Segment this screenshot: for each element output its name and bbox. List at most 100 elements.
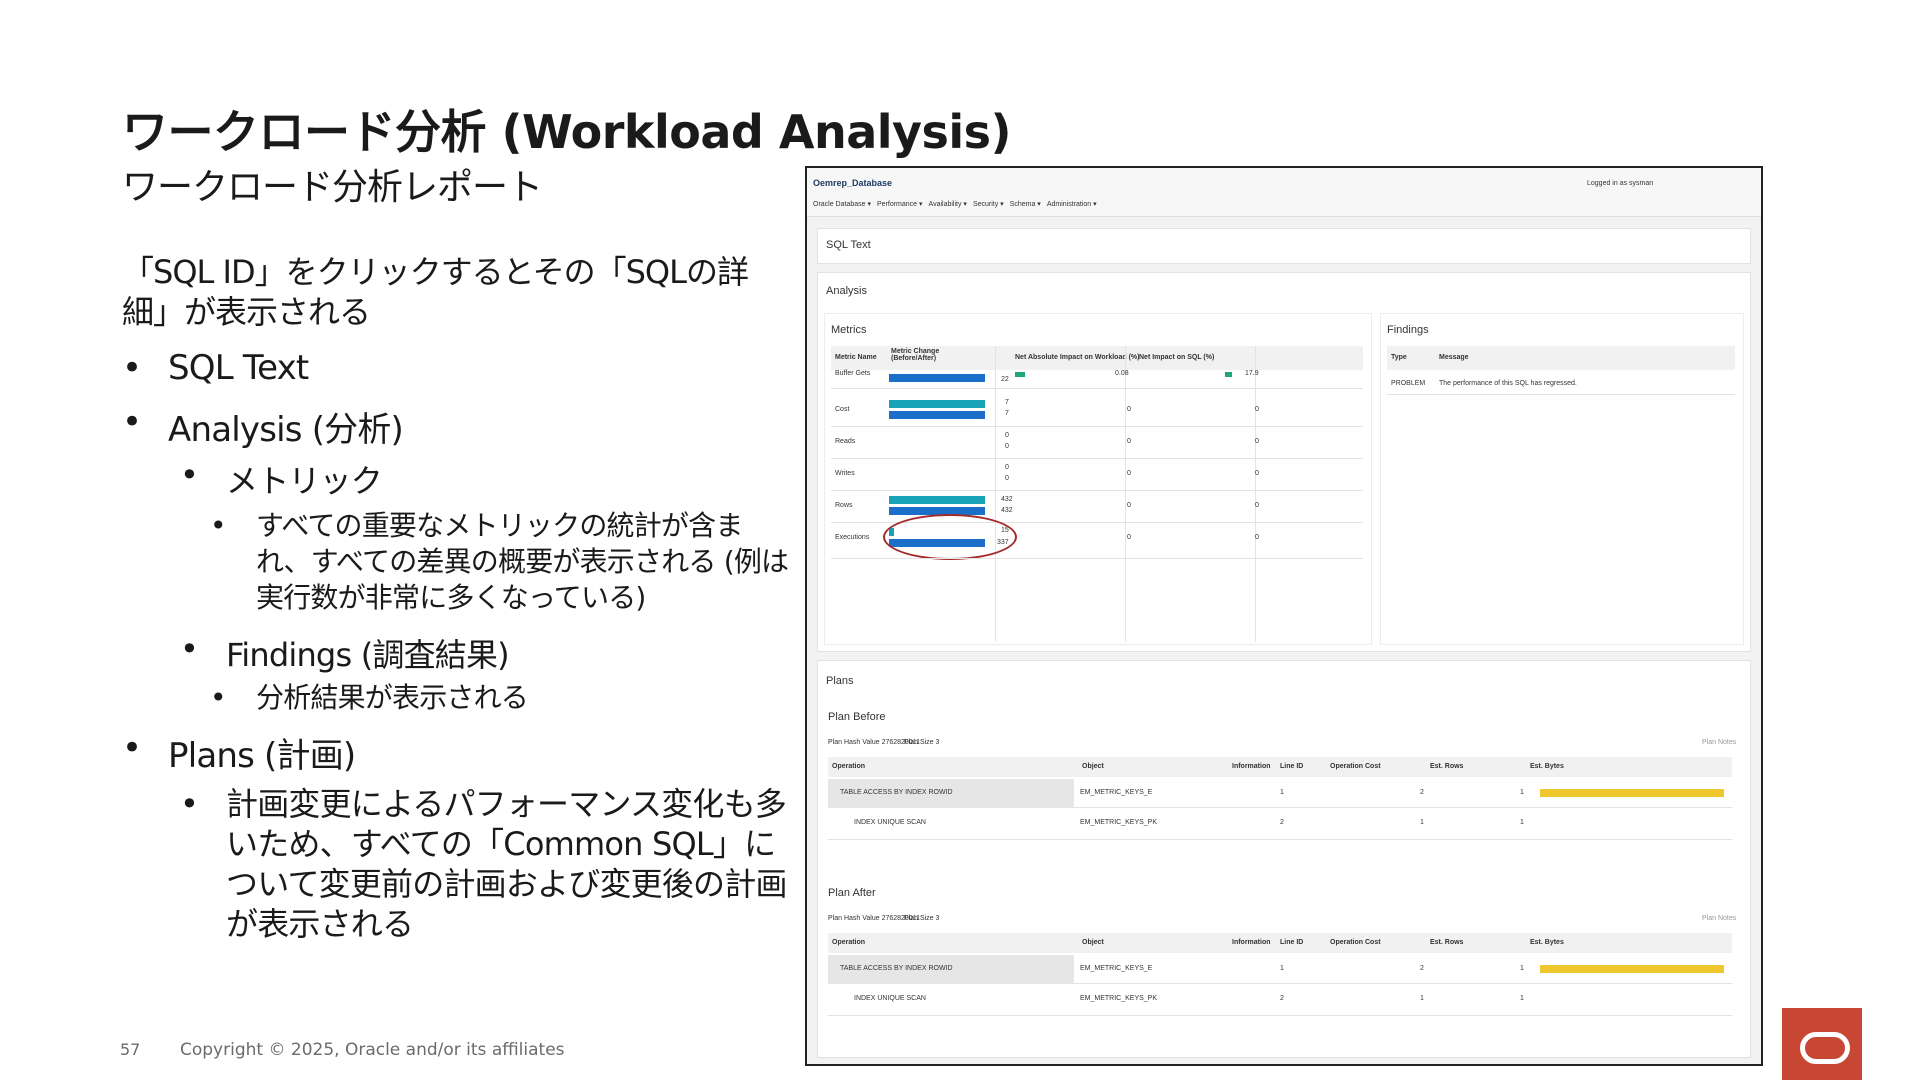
oracle-logo	[1782, 1008, 1862, 1080]
sql-text-section[interactable]: SQL Text	[817, 228, 1751, 264]
copyright: Copyright © 2025, Oracle and/or its affi…	[180, 1040, 565, 1060]
db-name[interactable]: Oemrep_Database	[813, 178, 892, 188]
intro-text: 「SQL ID」をクリックするとその「SQLの詳細」が表示される	[122, 253, 749, 331]
bullet-plans: • Plans (計画)	[122, 728, 356, 777]
after-value: 432	[1001, 507, 1013, 514]
sql-value: 0	[1255, 470, 1259, 477]
menu-availability[interactable]: Availability ▾	[929, 200, 967, 208]
bullet-metrics: • メトリック	[180, 456, 383, 502]
after-value: 22	[1001, 376, 1009, 383]
plan-notes-link[interactable]: Plan Notes	[1702, 739, 1736, 746]
after-bar	[889, 374, 985, 382]
col-object: Object	[1082, 763, 1104, 770]
bullet-label: 分析結果が表示される	[256, 681, 529, 714]
plan-cost: 2	[1420, 789, 1424, 796]
bullet-sql-text: • SQL Text	[122, 348, 309, 388]
menu-security[interactable]: Security ▾	[973, 200, 1004, 208]
plan-line-id: 1	[1280, 965, 1284, 972]
col-est-rows: Est. Rows	[1430, 939, 1464, 946]
plan-operation: TABLE ACCESS BY INDEX ROWID	[840, 789, 953, 796]
bullet-label: Analysis (分析)	[168, 410, 404, 450]
menu-oracle-database[interactable]: Oracle Database ▾	[813, 200, 871, 208]
plan-cost: 1	[1420, 819, 1424, 826]
bullet-label: Plans (計画)	[168, 736, 356, 776]
after-value: 7	[1005, 410, 1009, 417]
col-type[interactable]: Type	[1391, 354, 1407, 361]
after-value: 0	[1005, 443, 1009, 450]
metric-name: Reads	[835, 438, 856, 445]
before-value: 7	[1005, 399, 1009, 406]
plan-notes-link[interactable]: Plan Notes	[1702, 915, 1736, 922]
plan-after-title[interactable]: Plan After	[828, 887, 876, 899]
col-object: Object	[1082, 939, 1104, 946]
plan-operation: INDEX UNIQUE SCAN	[854, 995, 926, 1002]
col-net-workload[interactable]: Net Absolute Impact on Workload (%)	[1015, 354, 1139, 361]
plan-rows: 1	[1520, 789, 1524, 796]
plan-rows: 1	[1520, 995, 1524, 1002]
plan-after: Plan After Plan Hash Value 2762820011 Pl…	[824, 879, 1742, 1049]
col-line-id: Line ID	[1280, 939, 1304, 946]
analysis-title[interactable]: Analysis	[826, 285, 867, 297]
col-metric-name[interactable]: Metric Name	[835, 354, 877, 361]
col-net-sql[interactable]: Net Impact on SQL (%)	[1139, 354, 1214, 361]
findings-header: Type Message	[1387, 346, 1735, 370]
plan-object: EM_METRIC_KEYS_E	[1080, 965, 1153, 972]
sql-value: 0	[1255, 534, 1259, 541]
plan-size: Plan Size 3	[904, 739, 940, 746]
sql-value: 0	[1255, 438, 1259, 445]
metric-name: Cost	[835, 406, 850, 413]
sql-bar	[1225, 372, 1232, 377]
workload-value: 0.08	[1115, 370, 1129, 377]
menu-administration[interactable]: Administration ▾	[1047, 200, 1097, 208]
workload-report-screenshot: Oemrep_Database Logged in as sysman Orac…	[805, 166, 1763, 1066]
bullet-dot: •	[210, 681, 227, 714]
bullet-label: 計画変更によるパフォーマンス変化も多いため、すべての「Common SQL」につ…	[226, 785, 787, 943]
bullet-label: SQL Text	[168, 348, 309, 388]
plan-before: Plan Before Plan Hash Value 2762820011 P…	[824, 703, 1742, 873]
sql-value: 0	[1255, 502, 1259, 509]
col-est-rows: Est. Rows	[1430, 763, 1464, 770]
workload-value: 0	[1127, 534, 1131, 541]
col-operation: Operation	[832, 763, 866, 770]
bullet-analysis: • Analysis (分析)	[122, 402, 404, 451]
workload-value: 0	[1127, 502, 1131, 509]
col-operation-cost: Operation Cost	[1330, 939, 1381, 946]
before-bar	[889, 400, 985, 408]
before-bar	[889, 496, 985, 504]
bullet-dot: •	[180, 630, 199, 668]
analysis-section: Analysis Metrics Metric Name Metric Chan…	[817, 272, 1751, 652]
col-operation-cost: Operation Cost	[1330, 763, 1381, 770]
bullet-dot: •	[180, 785, 199, 823]
finding-message: The performance of this SQL has regresse…	[1439, 380, 1577, 387]
finding-type: PROBLEM	[1391, 380, 1426, 387]
plan-object: EM_METRIC_KEYS_PK	[1080, 819, 1158, 826]
bullet-label: すべての重要なメトリックの統計が含まれ、すべての差異の概要が表示される (例は実…	[256, 509, 789, 614]
highlight-ellipse	[883, 514, 1017, 560]
metric-name: Buffer Gets	[835, 370, 871, 377]
col-est-bytes: Est. Bytes	[1530, 763, 1564, 770]
findings-panel: Findings Type Message PROBLEM The perfor…	[1380, 313, 1744, 645]
col-operation: Operation	[832, 939, 866, 946]
col-metric-change[interactable]: Metric Change (Before/After)	[891, 348, 961, 362]
plan-after-header: Operation Object Information Line ID Ope…	[828, 933, 1732, 953]
plan-rows: 1	[1520, 819, 1524, 826]
metrics-header: Metric Name Metric Change (Before/After)…	[831, 346, 1363, 370]
col-message[interactable]: Message	[1439, 354, 1469, 361]
metrics-panel: Metrics Metric Name Metric Change (Befor…	[824, 313, 1372, 645]
menu-performance[interactable]: Performance ▾	[877, 200, 923, 208]
bullet-dot: •	[122, 728, 142, 768]
sql-text-title[interactable]: SQL Text	[826, 239, 871, 251]
logged-in: Logged in as sysman	[1587, 180, 1654, 187]
plans-title[interactable]: Plans	[826, 675, 854, 687]
menu-schema[interactable]: Schema ▾	[1010, 200, 1041, 208]
sql-value: 0	[1255, 406, 1259, 413]
col-line-id: Line ID	[1280, 763, 1304, 770]
col-est-bytes: Est. Bytes	[1530, 939, 1564, 946]
plan-rows: 1	[1520, 965, 1524, 972]
main-menu: Oracle Database ▾ Performance ▾ Availabi…	[813, 200, 1097, 208]
bullet-dot: •	[210, 509, 227, 542]
plan-object: EM_METRIC_KEYS_E	[1080, 789, 1153, 796]
plan-before-title[interactable]: Plan Before	[828, 711, 885, 723]
metric-name: Writes	[835, 470, 855, 477]
app-header: Oemrep_Database Logged in as sysman Orac…	[807, 168, 1761, 217]
